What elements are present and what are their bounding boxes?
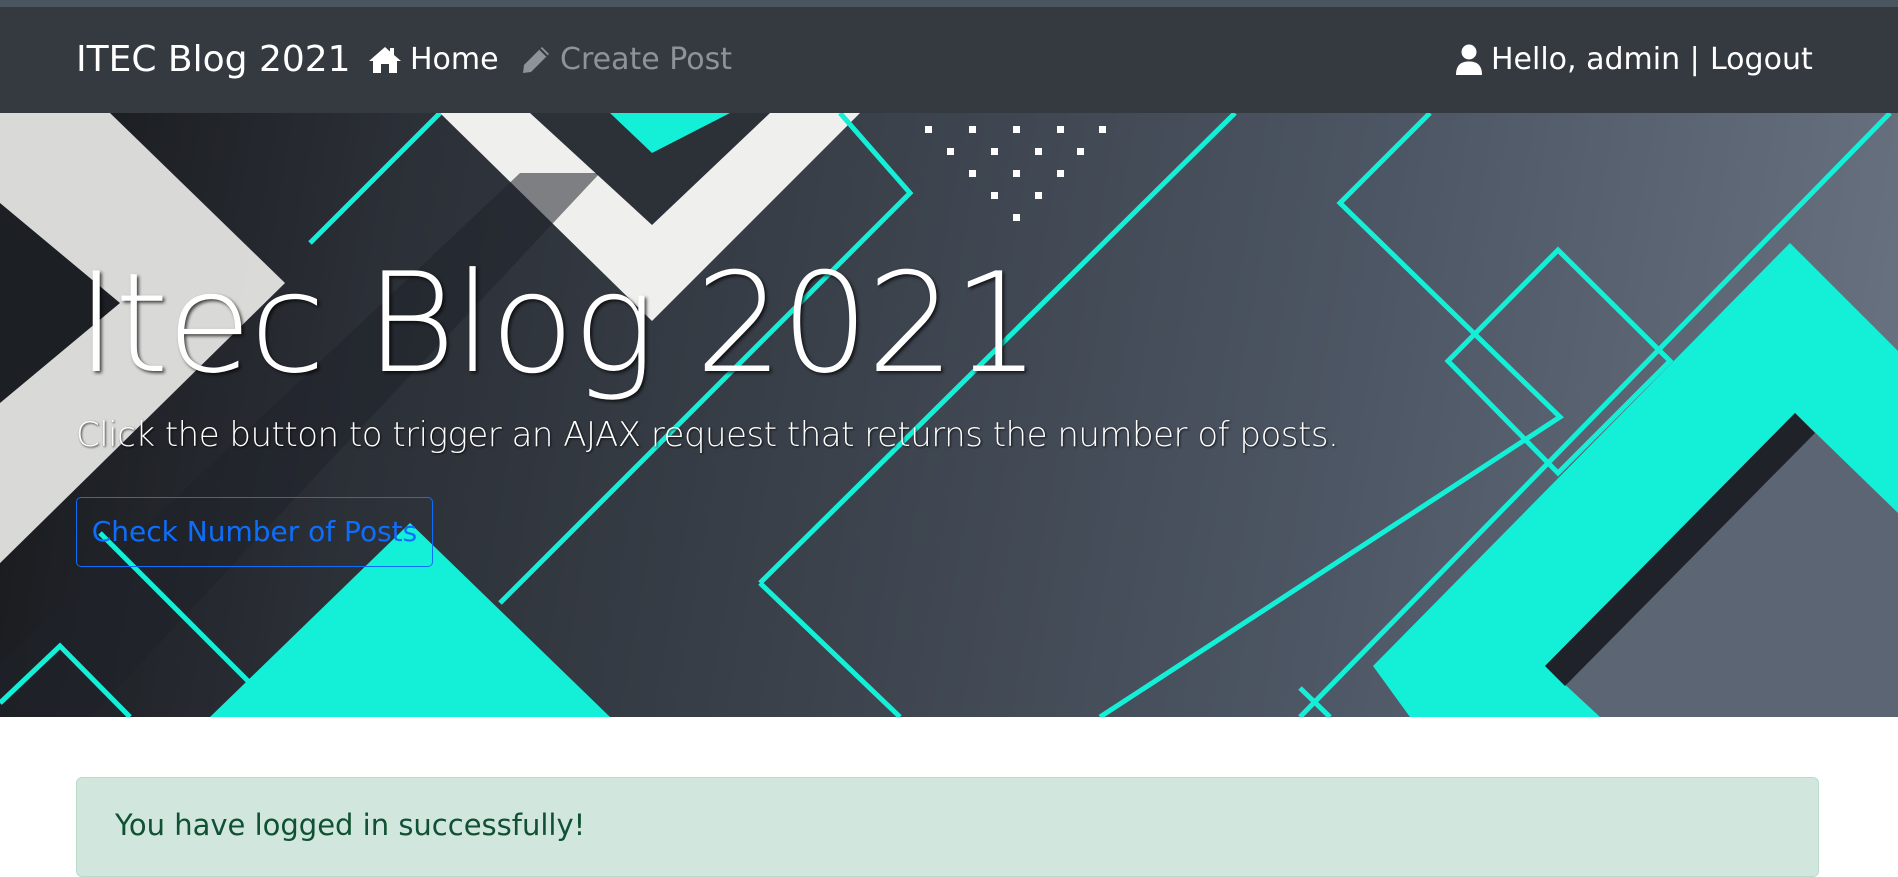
alert-message: You have logged in successfully! — [115, 808, 586, 842]
hero-jumbotron: Itec Blog 2021 Click the button to trigg… — [0, 113, 1898, 717]
pencil-icon — [520, 44, 552, 76]
greeting-text: Hello, admin | — [1491, 42, 1700, 77]
nav-create-post-label: Create Post — [560, 42, 732, 77]
user-icon — [1455, 44, 1483, 76]
nav-home-label: Home — [410, 42, 499, 77]
window-top-strip — [0, 0, 1898, 7]
home-icon — [368, 45, 402, 75]
success-alert: You have logged in successfully! — [76, 777, 1819, 877]
nav-create-post-link[interactable]: Create Post — [520, 7, 732, 113]
navbar: ITEC Blog 2021 Home Create Post Hello, a… — [0, 7, 1898, 113]
check-number-of-posts-button[interactable]: Check Number of Posts — [76, 497, 433, 567]
hero-lead-text: Click the button to trigger an AJAX requ… — [76, 415, 1339, 455]
logout-link[interactable]: Logout — [1710, 7, 1813, 113]
hero-title: Itec Blog 2021 — [76, 243, 1040, 404]
navbar-brand[interactable]: ITEC Blog 2021 — [76, 7, 351, 113]
nav-home-link[interactable]: Home — [368, 7, 499, 113]
user-greeting: Hello, admin | — [1455, 7, 1700, 113]
